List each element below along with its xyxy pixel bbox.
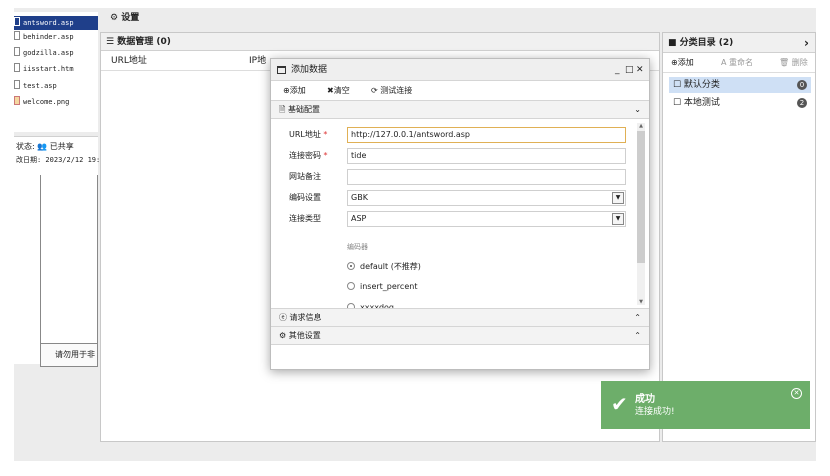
password-input[interactable]: tide	[347, 148, 626, 164]
add-button[interactable]: ⊕添加	[283, 81, 306, 101]
category-item-local-test[interactable]: ☐ 本地测试 2	[669, 95, 811, 111]
category-item-default[interactable]: ☐ 默认分类 0	[669, 77, 811, 93]
dialog-toolbar: ⊕添加 ✖清空 ⟳ 测试连接	[271, 81, 649, 101]
column-url[interactable]: URL地址	[111, 51, 147, 71]
chevron-down-icon: ▼	[612, 213, 624, 225]
clear-button[interactable]: ✖清空	[327, 81, 350, 101]
file-icon	[14, 17, 20, 26]
count-badge: 0	[797, 80, 807, 90]
file-icon	[14, 31, 20, 40]
share-status: 状态: 👥 已共享	[16, 142, 74, 151]
column-ip[interactable]: IP地	[249, 51, 266, 71]
close-button[interactable]: ✕	[636, 59, 644, 81]
radio-icon	[347, 282, 355, 290]
close-icon[interactable]: ✕	[791, 388, 802, 399]
add-data-dialog: 添加数据 _ □ ✕ ⊕添加 ✖清空 ⟳ 测试连接 🗎 基础配置 ⌄ URL地址…	[270, 58, 650, 370]
file-icon	[14, 47, 20, 56]
scroll-down-icon[interactable]: ▼	[637, 299, 645, 305]
minimize-button[interactable]: _	[615, 59, 620, 81]
file-icon	[14, 63, 20, 72]
form-scrollbar[interactable]: ▲ ▼	[637, 123, 645, 305]
file-item[interactable]: godzilla.asp	[14, 46, 98, 60]
count-badge: 2	[797, 98, 807, 108]
success-toast: ✔ 成功 连接成功! ✕	[601, 381, 810, 429]
toast-message: 连接成功!	[635, 407, 675, 417]
category-toolbar: ⊕添加 A 重命名 🗑 删除	[663, 53, 815, 73]
section-basic-config[interactable]: 🗎 基础配置 ⌄	[271, 101, 649, 119]
encoder-option-default[interactable]: default (不推荐)	[347, 261, 421, 272]
disclaimer-note: 请勿用于非	[40, 343, 98, 367]
maximize-button[interactable]: □	[625, 59, 634, 81]
test-connection-button[interactable]: ⟳ 测试连接	[371, 81, 412, 101]
type-select[interactable]: ASP ▼	[347, 211, 626, 227]
image-file-icon	[14, 96, 20, 105]
section-request-info[interactable]: ⓔ 请求信息 ⌃	[271, 309, 649, 327]
url-label: URL地址 *	[289, 130, 328, 139]
chevron-down-icon[interactable]: ⌄	[634, 101, 641, 119]
encoding-label: 编码设置	[289, 193, 321, 202]
note-input[interactable]	[347, 169, 626, 185]
dialog-titlebar[interactable]: 添加数据 _ □ ✕	[271, 59, 649, 81]
encoding-select[interactable]: GBK ▼	[347, 190, 626, 206]
scroll-up-icon[interactable]: ▲	[637, 123, 645, 129]
file-icon	[14, 80, 20, 89]
data-manager-title: ☰ 数据管理 (0)	[101, 33, 659, 51]
encoder-option-insert-percent[interactable]: insert_percent	[347, 282, 417, 291]
type-label: 连接类型	[289, 214, 321, 223]
check-icon: ✔	[611, 392, 628, 416]
file-item[interactable]: iisstart.htm	[14, 62, 98, 76]
modified-date: 改日期: 2023/2/12 19:3	[16, 156, 105, 164]
file-item[interactable]: behinder.asp	[14, 30, 98, 44]
scrollbar-thumb[interactable]	[637, 131, 645, 263]
category-title: ■ 分类目录 (2) ›	[663, 33, 815, 53]
dialog-title: 添加数据	[291, 65, 328, 75]
radio-checked-icon	[347, 262, 355, 270]
file-item[interactable]: test.asp	[14, 79, 98, 93]
rename-category-button[interactable]: A 重命名	[721, 53, 753, 73]
password-label: 连接密码 *	[289, 151, 328, 160]
add-category-button[interactable]: ⊕添加	[671, 53, 694, 73]
chevron-down-icon: ▼	[612, 192, 624, 204]
delete-category-button[interactable]: 🗑 删除	[779, 53, 808, 73]
toast-title: 成功	[635, 394, 655, 405]
chevron-right-icon[interactable]: ›	[804, 33, 809, 53]
window-icon	[277, 66, 286, 74]
encoder-heading: 编码器	[347, 243, 368, 251]
file-item[interactable]: welcome.png	[14, 95, 98, 109]
url-input[interactable]: http://127.0.0.1/antsword.asp	[347, 127, 626, 143]
section-other-settings[interactable]: ⚙ 其他设置 ⌃	[271, 327, 649, 345]
file-item[interactable]: antsword.asp	[14, 16, 98, 30]
preview-frame	[40, 175, 98, 343]
note-label: 网站备注	[289, 172, 321, 181]
basic-config-form: URL地址 * http://127.0.0.1/antsword.asp 连接…	[271, 119, 649, 309]
chevron-up-icon[interactable]: ⌃	[634, 327, 641, 345]
settings-tab[interactable]: ⚙ 设置	[104, 10, 816, 30]
file-list: antsword.asp behinder.asp godzilla.asp i…	[14, 12, 98, 132]
chevron-up-icon[interactable]: ⌃	[634, 309, 641, 327]
